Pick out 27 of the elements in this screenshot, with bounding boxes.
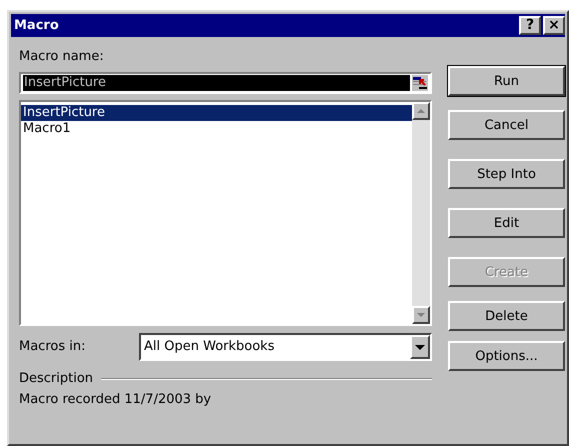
down-arrow-icon bbox=[417, 313, 425, 317]
help-button[interactable]: ? bbox=[519, 16, 541, 35]
macro-list[interactable]: InsertPicture Macro1 bbox=[19, 100, 432, 326]
scroll-up-button[interactable] bbox=[412, 102, 430, 120]
macro-list-item[interactable]: Macro1 bbox=[21, 121, 412, 137]
close-button[interactable]: × bbox=[543, 16, 565, 35]
dropdown-value: All Open Workbooks bbox=[143, 339, 276, 355]
dialog-button[interactable]: Step Into bbox=[448, 159, 565, 189]
macro-name-value: InsertPicture bbox=[23, 75, 410, 91]
macro-list-item[interactable]: InsertPicture bbox=[21, 105, 412, 121]
macros-in-dropdown[interactable]: All Open Workbooks bbox=[139, 333, 432, 361]
dialog-button[interactable]: Delete bbox=[448, 301, 565, 331]
dialog-button[interactable]: Run bbox=[448, 66, 565, 96]
window-title: Macro bbox=[14, 18, 59, 33]
collapse-dialog-icon[interactable] bbox=[412, 75, 428, 91]
dialog-button[interactable]: Options... bbox=[448, 341, 565, 371]
scroll-down-button[interactable] bbox=[412, 306, 430, 324]
up-arrow-icon bbox=[417, 109, 425, 113]
description-label: Description bbox=[19, 371, 94, 387]
macro-name-field[interactable]: InsertPicture bbox=[19, 72, 432, 94]
dialog-button[interactable]: Cancel bbox=[448, 110, 565, 140]
description-text: Macro recorded 11/7/2003 by bbox=[19, 392, 212, 408]
scrollbar[interactable] bbox=[412, 102, 430, 324]
dropdown-arrow-icon bbox=[415, 344, 425, 350]
macro-name-label: Macro name: bbox=[19, 49, 105, 65]
dialog-button[interactable]: Edit bbox=[448, 208, 565, 238]
macros-in-label: Macros in: bbox=[19, 339, 86, 355]
